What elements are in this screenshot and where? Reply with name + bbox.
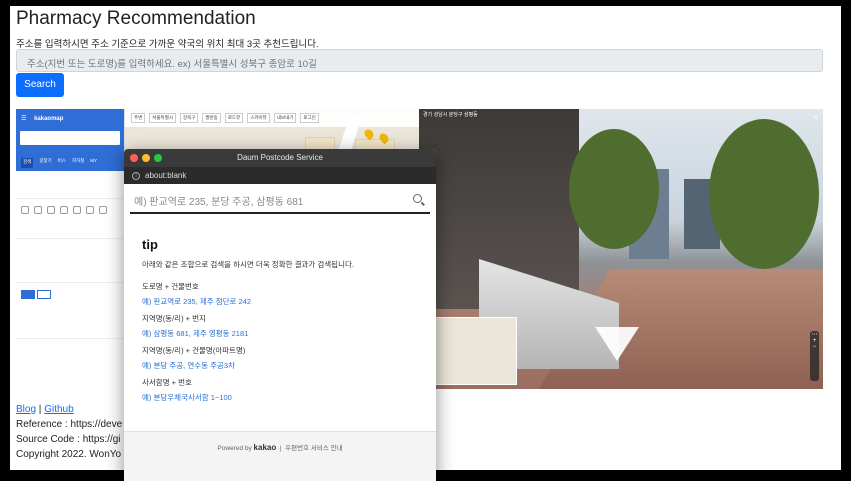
street-view[interactable]: 경기 성남시 분당구 삼평동 × ⋯ + − [419, 109, 823, 389]
kakao-button[interactable] [36, 290, 51, 299]
kakao-section [16, 283, 124, 339]
map-toolbar-item[interactable]: 로드뷰 [224, 113, 244, 123]
kakao-section [16, 239, 124, 283]
blog-link[interactable]: Blog [16, 404, 36, 415]
tip-section: tip 아래와 같은 조합으로 검색을 하시면 더욱 정확한 결과가 검색됩니다… [142, 237, 422, 403]
kakao-tab[interactable]: 지하철 [72, 158, 84, 168]
map-toolbar: 주변 서울특별시 강북구 팔반동 로드뷰 스카이뷰 내보내기 로그인 [125, 109, 419, 127]
tip-key: 사서함명 + 번호 [142, 378, 192, 387]
zoom-controls[interactable]: ⋯ + − [810, 331, 819, 381]
kakao-tab[interactable]: 버스 [58, 158, 66, 168]
street-tree [569, 129, 659, 249]
map-toolbar-item[interactable]: 주변 [131, 113, 146, 123]
close-icon[interactable]: × [813, 113, 818, 122]
reference-text: Reference : https://deve [16, 419, 123, 430]
kakao-map-panel: ☰ kakaomap 검색 길찾기 버스 지하철 MY [16, 109, 125, 399]
minimize-window-icon[interactable] [142, 154, 150, 162]
kakao-button[interactable] [21, 290, 35, 299]
tip-key: 도로명 + 건물번호 [142, 282, 199, 291]
kakao-section [16, 171, 124, 199]
powered-by-label: Powered by [217, 445, 252, 452]
footer-separator: | [38, 404, 42, 415]
kakao-tab[interactable]: 길찾기 [39, 158, 51, 168]
category-icon[interactable] [21, 206, 29, 214]
copyright-text: Copyright 2022. WonYo [16, 449, 122, 460]
maximize-window-icon[interactable] [154, 154, 162, 162]
kakao-tab[interactable]: MY [90, 158, 97, 168]
kakao-category-icons [21, 206, 119, 214]
map-toolbar-item[interactable]: 강북구 [179, 113, 199, 123]
kakao-search-box[interactable] [16, 129, 124, 155]
category-icon[interactable] [99, 206, 107, 214]
github-link[interactable]: Github [44, 404, 73, 415]
popup-title: Daum Postcode Service [237, 153, 323, 162]
kakao-tab[interactable]: 검색 [21, 158, 34, 168]
kakao-tabs: 검색 길찾기 버스 지하철 MY [16, 155, 124, 171]
postcode-search-placeholder: 예) 판교역로 235, 분당 주공, 삼평동 681 [134, 197, 304, 208]
popup-titlebar: Daum Postcode Service [124, 149, 436, 167]
search-icon[interactable] [413, 194, 422, 203]
source-text: Source Code : https://gi [16, 434, 121, 445]
kakao-header: ☰ kakaomap [16, 109, 124, 129]
info-icon: i [132, 171, 140, 180]
map-toolbar-item[interactable]: 로그인 [300, 113, 319, 123]
map-toolbar-item[interactable]: 내보내기 [273, 113, 297, 123]
tip-description: 아래와 같은 조합으로 검색을 하시면 더욱 정확한 결과가 검색됩니다. [142, 260, 354, 269]
tip-key: 지역명(동/리) + 건물명(아파트명) [142, 346, 246, 355]
search-button[interactable]: Search [16, 73, 64, 97]
tip-title: tip [142, 237, 158, 252]
tip-example: 예) 분당 주공, 연수동 주공3차 [142, 361, 235, 370]
street-minimap[interactable] [423, 317, 517, 385]
popup-url: about:blank [145, 171, 187, 180]
tip-example: 예) 판교역로 235, 제주 첨단로 242 [142, 297, 252, 306]
category-icon[interactable] [47, 206, 55, 214]
tip-example: 예) 삼평동 681, 제주 영평동 2181 [142, 329, 249, 338]
page-description: 주소를 입력하시면 주소 기준으로 가까운 약국의 위치 최대 3곳 추천드립니… [16, 39, 319, 50]
popup-footer: Powered by kakao | 우편번호 서비스 안내 [124, 431, 436, 481]
category-icon[interactable] [60, 206, 68, 214]
map-toolbar-item[interactable]: 서울특별시 [149, 113, 176, 123]
kakao-brand: kakao [253, 443, 277, 452]
map-toolbar-item[interactable]: 스카이뷰 [247, 113, 270, 123]
category-icon[interactable] [34, 206, 42, 214]
category-icon[interactable] [73, 206, 81, 214]
tip-example: 예) 분당우체국사서함 1~100 [142, 393, 232, 402]
street-tree [709, 119, 819, 269]
navigation-arrow-icon[interactable] [595, 327, 639, 361]
close-window-icon[interactable] [130, 154, 138, 162]
postcode-search-input[interactable]: 예) 판교역로 235, 분당 주공, 삼평동 681 [130, 186, 430, 214]
address-input[interactable]: 주소(지번 또는 도로명)를 입력하세요. ex) 서울특별시 성북구 종암로 … [16, 49, 823, 72]
page-title: Pharmacy Recommendation [16, 8, 256, 29]
street-view-location: 경기 성남시 분당구 삼평동 [423, 112, 478, 118]
postcode-info-link[interactable]: 우편번호 서비스 안내 [285, 445, 342, 452]
menu-icon[interactable]: ☰ [21, 116, 26, 122]
popup-urlbar: i about:blank [124, 167, 436, 184]
kakao-logo: kakaomap [34, 116, 64, 122]
category-icon[interactable] [86, 206, 94, 214]
kakao-section [16, 199, 124, 239]
postcode-popup-window: Daum Postcode Service i about:blank 예) 판… [124, 149, 436, 481]
tip-key: 지역명(동/리) + 번지 [142, 314, 206, 323]
footer: Blog | Github Reference : https://deve S… [16, 402, 122, 462]
map-toolbar-item[interactable]: 팔반동 [202, 113, 221, 123]
